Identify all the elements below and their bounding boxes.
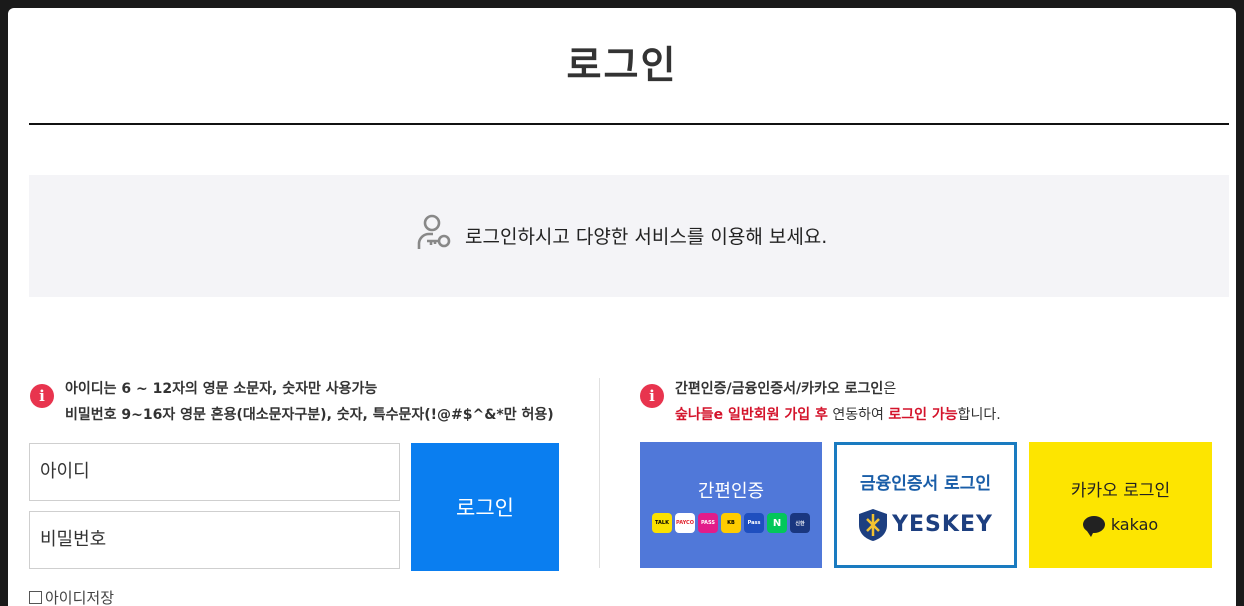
- financial-cert-login-button[interactable]: 금융인증서 로그인 YESKEY: [834, 442, 1017, 568]
- title-divider: [29, 123, 1229, 125]
- auth-provider-icons: TALK PAYCO PASS KB Pass N 신한: [652, 513, 810, 533]
- id-rule-text: 아이디는 6 ~ 12자의 영문 소문자, 숫자만 사용가능: [65, 381, 378, 397]
- kakao-logo: kakao: [1082, 515, 1159, 537]
- alt-login-methods: 간편인증/금융인증서/카카오 로그인: [675, 381, 884, 397]
- simple-auth-button[interactable]: 간편인증 TALK PAYCO PASS KB Pass N 신한: [640, 442, 822, 568]
- yeskey-wordmark: YESKEY: [892, 512, 993, 537]
- login-page: 로그인 로그인하시고 다양한 서비스를 이용해 보세요. i 아이디는 6 ~ …: [8, 8, 1236, 606]
- signup-requirement: 숲나들e 일반회원 가입 후: [675, 407, 828, 423]
- info-icon: i: [30, 384, 54, 408]
- kakao-login-button[interactable]: 카카오 로그인 kakao: [1029, 442, 1212, 568]
- shield-icon: [859, 508, 888, 541]
- id-input[interactable]: 아이디: [29, 443, 400, 501]
- simple-auth-label: 간편인증: [697, 481, 765, 502]
- financial-cert-label: 금융인증서 로그인: [859, 473, 992, 494]
- kakao-login-label: 카카오 로그인: [1070, 481, 1171, 501]
- kakaotalk-icon: TALK: [652, 513, 672, 533]
- password-rule-text: 비밀번호 9~16자 영문 혼용(대소문자구분), 숫자, 특수문자(!@#$^…: [65, 407, 554, 423]
- password-input[interactable]: 비밀번호: [29, 511, 400, 569]
- speech-bubble-icon: [1082, 516, 1105, 537]
- save-id-checkbox[interactable]: 아이디저장: [29, 587, 114, 606]
- kakao-wordmark: kakao: [1110, 515, 1159, 534]
- alt-login-notice: i 간편인증/금융인증서/카카오 로그인은 숲나들e 일반회원 가입 후 연동하…: [640, 376, 1001, 428]
- column-divider: [599, 378, 600, 568]
- login-available: 로그인 가능: [888, 407, 958, 423]
- user-key-icon: [413, 211, 457, 259]
- page-title: 로그인: [566, 43, 678, 87]
- login-button[interactable]: 로그인: [411, 443, 559, 571]
- banner-text: 로그인하시고 다양한 서비스를 이용해 보세요.: [465, 225, 828, 248]
- login-banner: 로그인하시고 다양한 서비스를 이용해 보세요.: [29, 175, 1229, 297]
- id-rules-notice: i 아이디는 6 ~ 12자의 영문 소문자, 숫자만 사용가능 비밀번호 9~…: [30, 376, 554, 428]
- naver-icon: N: [767, 513, 787, 533]
- info-icon: i: [640, 384, 664, 408]
- shinhan-icon: 신한: [790, 513, 810, 533]
- yeskey-logo: YESKEY: [858, 508, 993, 542]
- save-id-label: 아이디저장: [45, 589, 115, 606]
- kb-icon: KB: [721, 513, 741, 533]
- samsung-pass-icon: Pass: [744, 513, 764, 533]
- payco-icon: PAYCO: [675, 513, 695, 533]
- checkbox-icon[interactable]: [29, 591, 42, 604]
- pass-icon: PASS: [698, 513, 718, 533]
